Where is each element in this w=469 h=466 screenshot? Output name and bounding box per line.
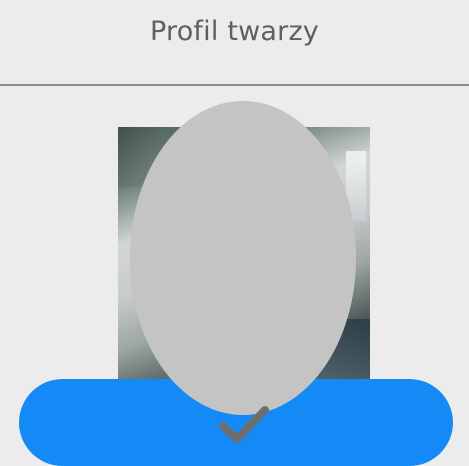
face-guide-oval-overlap (130, 101, 356, 415)
page-title: Profil twarzy (150, 16, 319, 47)
face-profile-screen: Profil twarzy (0, 0, 469, 466)
header-divider (0, 84, 469, 86)
header: Profil twarzy (0, 0, 469, 84)
checkmark-icon[interactable] (216, 400, 272, 448)
